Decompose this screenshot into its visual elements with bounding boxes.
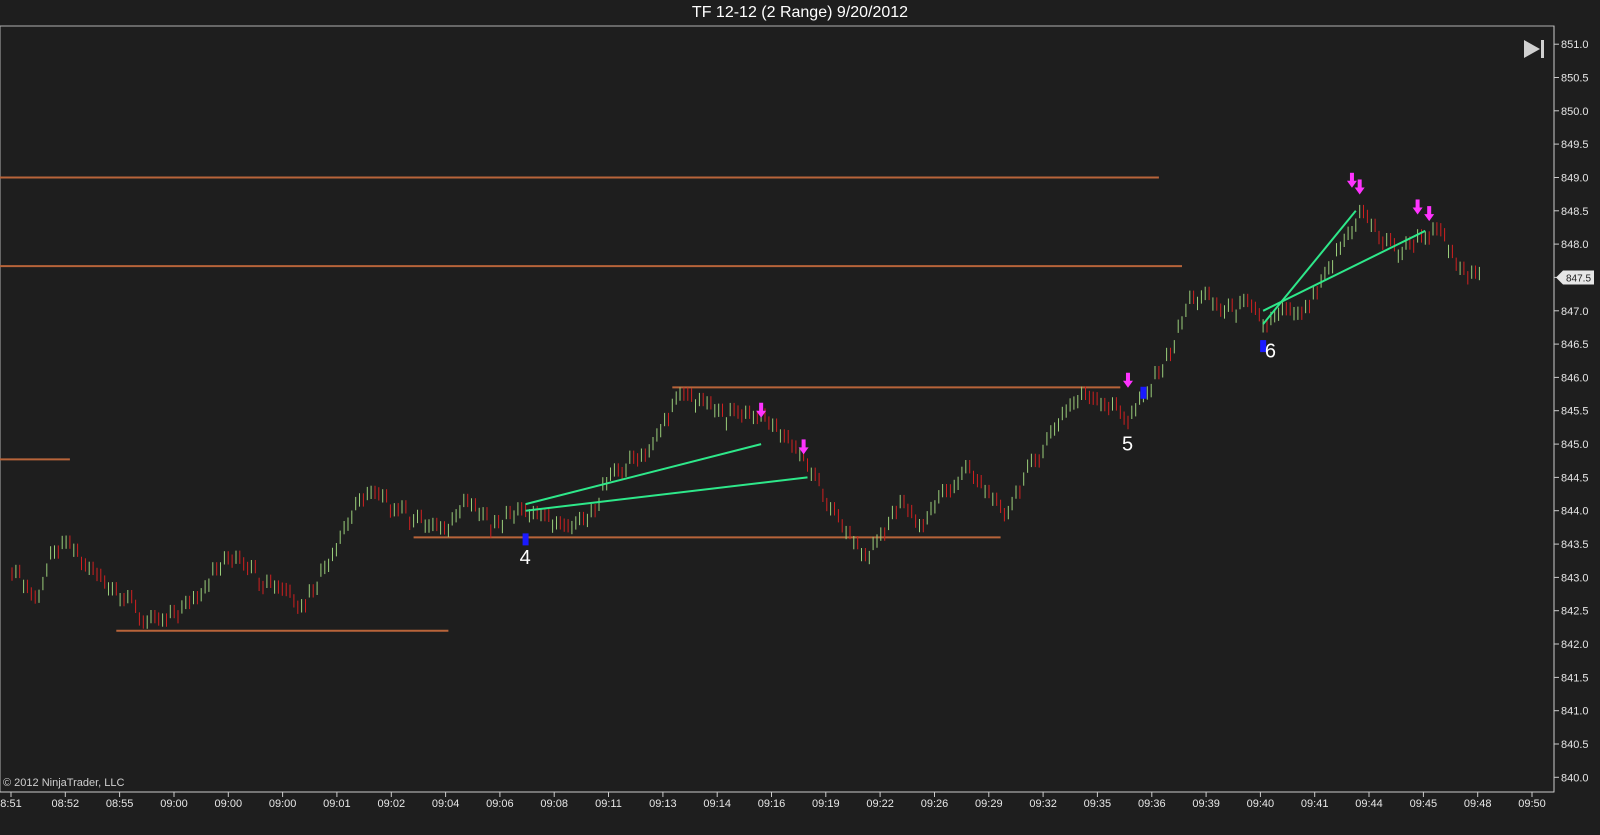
x-tick-label: 09:01 [323,798,351,810]
y-tick-label: 844.0 [1561,506,1589,518]
x-tick-label: 09:50 [1518,798,1546,810]
time-axis[interactable]: 8:51 08:52 08:55 09:00 09:00 09:00 09:01 09:02 0… [0,791,1554,810]
x-tick-label: 09:36 [1138,798,1166,810]
y-tick-label: 850.5 [1561,73,1589,85]
x-tick-label: 09:14 [703,798,731,810]
arrow-shaft [801,439,806,449]
arrow-shaft [1357,179,1362,189]
y-tick-label: 841.5 [1561,672,1589,684]
x-tick-label: 09:26 [921,798,949,810]
x-tick-label: 09:35 [1084,798,1112,810]
arrow-shaft [1125,372,1130,382]
x-tick-label: 08:55 [106,798,134,810]
y-tick-label: 845.5 [1561,406,1589,418]
pattern-label: 4 [520,547,531,569]
x-tick-label: 8:51 [0,798,21,810]
y-tick-label: 849.5 [1561,139,1589,151]
x-tick-label: 09:11 [595,798,622,810]
price-tag-label: 847.5 [1566,273,1591,284]
arrow-body [1140,386,1147,399]
x-tick-label: 09:00 [160,798,188,810]
arrow-body [522,533,529,546]
arrow-shaft [1427,206,1432,216]
buy-arrow-icon [522,533,529,546]
y-tick-label: 843.5 [1561,539,1589,551]
pattern-label: 6 [1265,340,1276,362]
x-tick-label: 09:45 [1410,798,1438,810]
x-tick-label: 09:02 [378,798,406,810]
x-tick-label: 09:41 [1301,798,1329,810]
x-tick-label: 09:29 [975,798,1003,810]
buy-arrow-icon [1140,386,1147,399]
y-tick-label: 844.5 [1561,472,1589,484]
x-tick-label: 08:52 [52,798,80,810]
x-tick-label: 09:13 [649,798,677,810]
y-tick-label: 843.0 [1561,572,1589,584]
y-tick-label: 847.0 [1561,306,1589,318]
x-tick-label: 09:19 [812,798,840,810]
price-chart[interactable]: 456 851.0850.5850.0849.5849.0848.5848.08… [0,0,1600,835]
y-tick-label: 851.0 [1561,39,1589,51]
x-tick-label: 09:22 [866,798,894,810]
x-tick-label: 09:00 [215,798,243,810]
y-tick-label: 850.0 [1561,106,1589,118]
x-tick-label: 09:32 [1029,798,1057,810]
y-tick-label: 846.0 [1561,372,1589,384]
plot-area [0,25,1555,793]
y-tick-label: 849.0 [1561,173,1589,185]
arrow-shaft [1349,172,1354,182]
y-tick-label: 840.5 [1561,739,1589,751]
pattern-label: 5 [1122,434,1133,456]
y-tick-label: 845.0 [1561,439,1589,451]
arrow-shaft [759,402,764,412]
x-tick-label: 09:08 [540,798,568,810]
x-tick-label: 09:39 [1192,798,1220,810]
y-tick-label: 840.0 [1561,772,1589,784]
x-tick-label: 09:04 [432,798,460,810]
y-tick-label: 842.0 [1561,639,1589,651]
arrow-shaft [1415,199,1420,209]
y-tick-label: 842.5 [1561,606,1589,618]
price-axis[interactable]: 851.0 850.5 850.0 849.5 849.0 848.5 848.0 847.5… [1553,26,1589,792]
y-tick-label: 841.0 [1561,706,1589,718]
x-tick-label: 09:44 [1355,798,1383,810]
x-tick-label: 09:06 [486,798,514,810]
current-price-tag: 847.5 [1556,270,1594,285]
x-tick-label: 09:00 [269,798,297,810]
y-tick-label: 848.5 [1561,206,1589,218]
copyright-text: © 2012 NinjaTrader, LLC [3,777,124,789]
y-tick-label: 848.0 [1561,239,1589,251]
y-tick-label: 846.5 [1561,339,1589,351]
x-tick-label: 09:48 [1464,798,1492,810]
x-tick-label: 09:40 [1247,798,1275,810]
x-tick-label: 09:16 [758,798,786,810]
